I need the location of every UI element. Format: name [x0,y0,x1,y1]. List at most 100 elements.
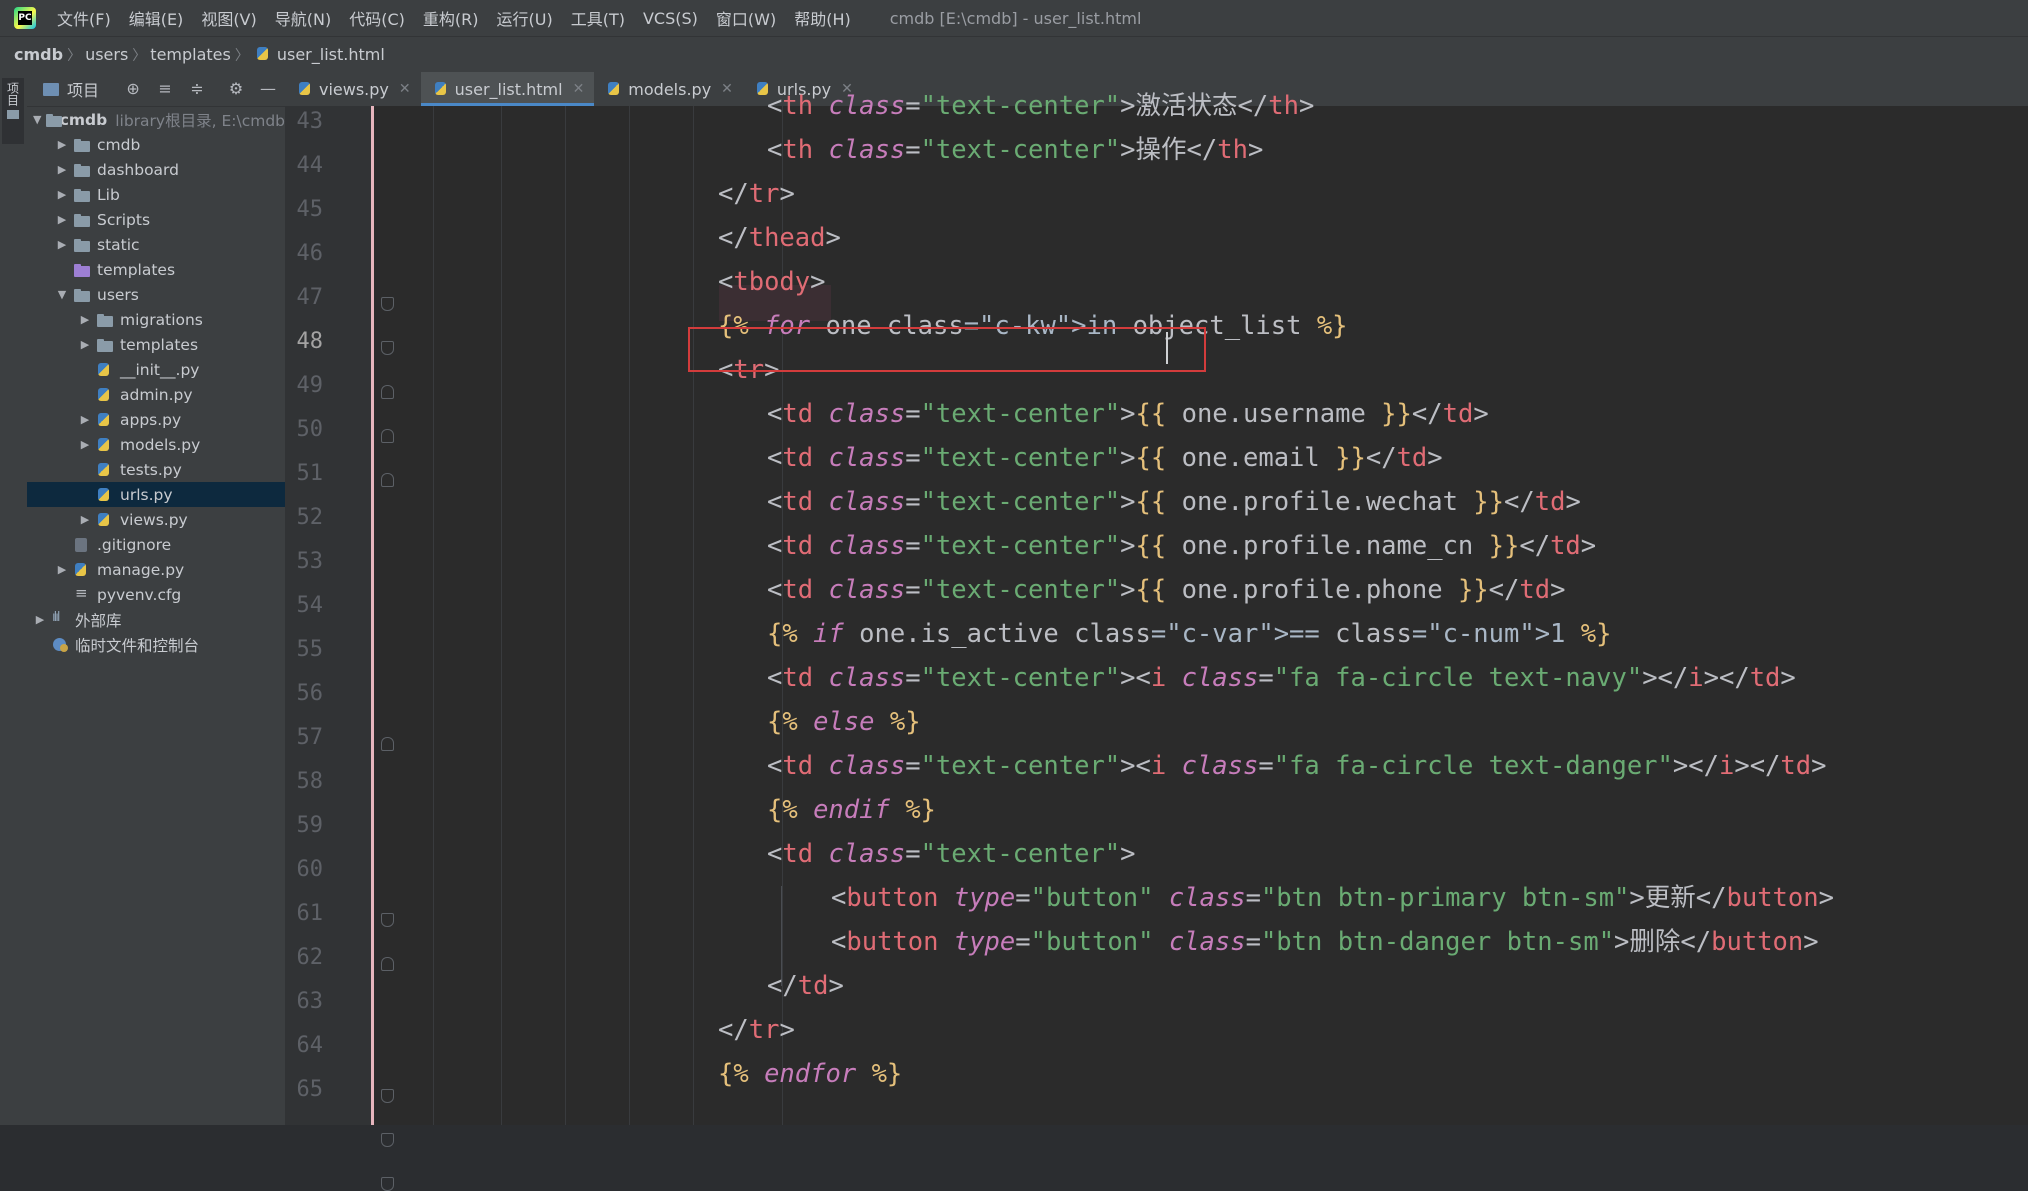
fold-marker-icon[interactable] [381,1177,394,1191]
tree-item-static[interactable]: ▶ static [27,232,285,257]
close-icon[interactable]: ✕ [573,81,585,97]
tree-item-models-py[interactable]: ▶ models.py [27,432,285,457]
breadcrumb-item-templates[interactable]: templates [146,45,235,64]
menu-run[interactable]: 运行(U) [488,6,562,30]
tree-item-migrations[interactable]: ▶ migrations [27,307,285,332]
tree-item-manage-py[interactable]: ▶ manage.py [27,557,285,582]
tree-item-cmdb[interactable]: ▶ cmdb [27,132,285,157]
code-line[interactable]: <tbody> [718,260,825,304]
folder-icon [73,163,91,177]
breadcrumb-item-cmdb[interactable]: cmdb [0,45,67,64]
fold-marker-icon[interactable] [381,429,394,443]
fold-marker-icon[interactable] [381,737,394,751]
tree-item-gitignore[interactable]: .gitignore [27,532,285,557]
fold-marker-icon[interactable] [381,913,394,927]
hide-panel-icon[interactable]: — [259,80,277,98]
expand-all-icon[interactable]: ≡ [156,80,174,98]
chevron-right-icon[interactable]: ▶ [78,413,92,426]
project-tool-button[interactable]: 项目 [2,78,24,144]
chevron-right-icon[interactable]: ▶ [55,563,69,576]
code-line[interactable]: {% else %} [767,700,921,744]
python-file-icon [96,387,114,402]
breadcrumb-item-users[interactable]: users [81,45,132,64]
menu-navigate[interactable]: 导航(N) [266,6,340,30]
tree-item-init-py[interactable]: __init__.py [27,357,285,382]
tab-user-list-html[interactable]: user_list.html ✕ [420,72,595,106]
tree-item-tests-py[interactable]: tests.py [27,457,285,482]
breadcrumb-item-file[interactable]: user_list.html [273,45,389,64]
close-icon[interactable]: ✕ [721,81,733,97]
chevron-right-icon[interactable]: ▶ [78,313,92,326]
chevron-right-icon[interactable]: ▶ [78,513,92,526]
code-line[interactable]: {% endfor %} [718,1052,902,1096]
fold-marker-icon[interactable] [381,473,394,487]
code-line[interactable]: <th class="text-center">激活状态</th> [767,84,1314,128]
close-icon[interactable]: ✕ [399,81,411,97]
code-line[interactable]: <th class="text-center">操作</th> [767,128,1263,172]
tree-item-apps-py[interactable]: ▶ apps.py [27,407,285,432]
chevron-right-icon[interactable]: ▶ [78,438,92,451]
code-line[interactable]: <button type="button" class="btn btn-dan… [831,920,1819,964]
tree-item-admin-py[interactable]: admin.py [27,382,285,407]
code-line[interactable]: {% if one.is_active class="c-var">== cla… [767,612,1611,656]
fold-marker-icon[interactable] [381,341,394,355]
code-line[interactable]: </tr> [718,172,795,216]
menu-view[interactable]: 视图(V) [192,6,265,30]
tree-item-templates[interactable]: ▶ templates [27,332,285,357]
code-line[interactable]: <td class="text-center">{{ one.profile.w… [767,480,1581,524]
menu-vcs[interactable]: VCS(S) [634,9,707,28]
indent-guide [693,106,694,1125]
chevron-right-icon[interactable]: ▶ [55,163,69,176]
tree-item-lib[interactable]: ▶ Lib [27,182,285,207]
tree-item-users[interactable]: ▼ users [27,282,285,307]
code-line[interactable]: <td class="text-center"><i class="fa fa-… [767,656,1796,700]
chevron-right-icon[interactable]: ▶ [55,213,69,226]
menu-window[interactable]: 窗口(W) [707,6,785,30]
tab-models-py[interactable]: models.py ✕ [594,72,743,106]
tree-item-cmdb-root[interactable]: ▼ cmdb library根目录, E:\cmdb [27,107,285,132]
project-view-selector[interactable]: 项目 [43,77,99,101]
tree-item-scripts[interactable]: ▶ Scripts [27,207,285,232]
chevron-right-icon[interactable]: ▶ [78,338,92,351]
tree-item-templates-root[interactable]: templates [27,257,285,282]
code-line[interactable]: <td class="text-center">{{ one.email }}<… [767,436,1443,480]
tree-item-dashboard[interactable]: ▶ dashboard [27,157,285,182]
locate-file-icon[interactable]: ⊕ [124,80,142,98]
tree-item-urls-py[interactable]: urls.py [27,482,285,507]
code-line[interactable]: </thead> [718,216,841,260]
code-line[interactable]: {% endif %} [767,788,936,832]
code-line[interactable]: </tr> [718,1008,795,1052]
menu-refactor[interactable]: 重构(R) [414,6,488,30]
chevron-right-icon[interactable]: ▶ [55,238,69,251]
code-line[interactable]: <td class="text-center"><i class="fa fa-… [767,744,1826,788]
chevron-down-icon[interactable]: ▼ [33,113,41,126]
fold-marker-icon[interactable] [381,1089,394,1103]
menu-file[interactable]: 文件(F) [48,6,120,30]
collapse-all-icon[interactable]: ≑ [188,80,206,98]
fold-marker-icon[interactable] [381,1133,394,1147]
menu-help[interactable]: 帮助(H) [785,6,860,30]
code-line[interactable]: <td class="text-center"> [767,832,1136,876]
code-line[interactable]: <td class="text-center">{{ one.username … [767,392,1489,436]
code-line[interactable]: <button type="button" class="btn btn-pri… [831,876,1834,920]
editor-gutter[interactable]: 43 44 45 46 47 48 49 50 51 52 53 54 55 56 57 58 59 60 61 62… [285,106,373,1125]
code-line[interactable]: <td class="text-center">{{ one.profile.p… [767,568,1565,612]
code-line[interactable]: <td class="text-center">{{ one.profile.n… [767,524,1596,568]
menu-tools[interactable]: 工具(T) [562,6,634,30]
menu-edit[interactable]: 编辑(E) [120,6,193,30]
chevron-down-icon[interactable]: ▼ [55,288,69,301]
tree-item-scratches[interactable]: 临时文件和控制台 [27,632,285,657]
fold-marker-icon[interactable] [381,385,394,399]
fold-marker-icon[interactable] [381,957,394,971]
tree-item-views-py[interactable]: ▶ views.py [27,507,285,532]
fold-marker-icon[interactable] [381,297,394,311]
project-tool-label: 项目 [5,82,20,106]
code-line[interactable]: </td> [767,964,844,1008]
tree-item-pyvenv-cfg[interactable]: pyvenv.cfg [27,582,285,607]
menu-code[interactable]: 代码(C) [340,6,414,30]
tree-item-external-libraries[interactable]: ▶ 外部库 [27,607,285,632]
chevron-right-icon[interactable]: ▶ [33,613,47,626]
gear-icon[interactable]: ⚙ [227,80,245,98]
chevron-right-icon[interactable]: ▶ [55,188,69,201]
chevron-right-icon[interactable]: ▶ [55,138,69,151]
